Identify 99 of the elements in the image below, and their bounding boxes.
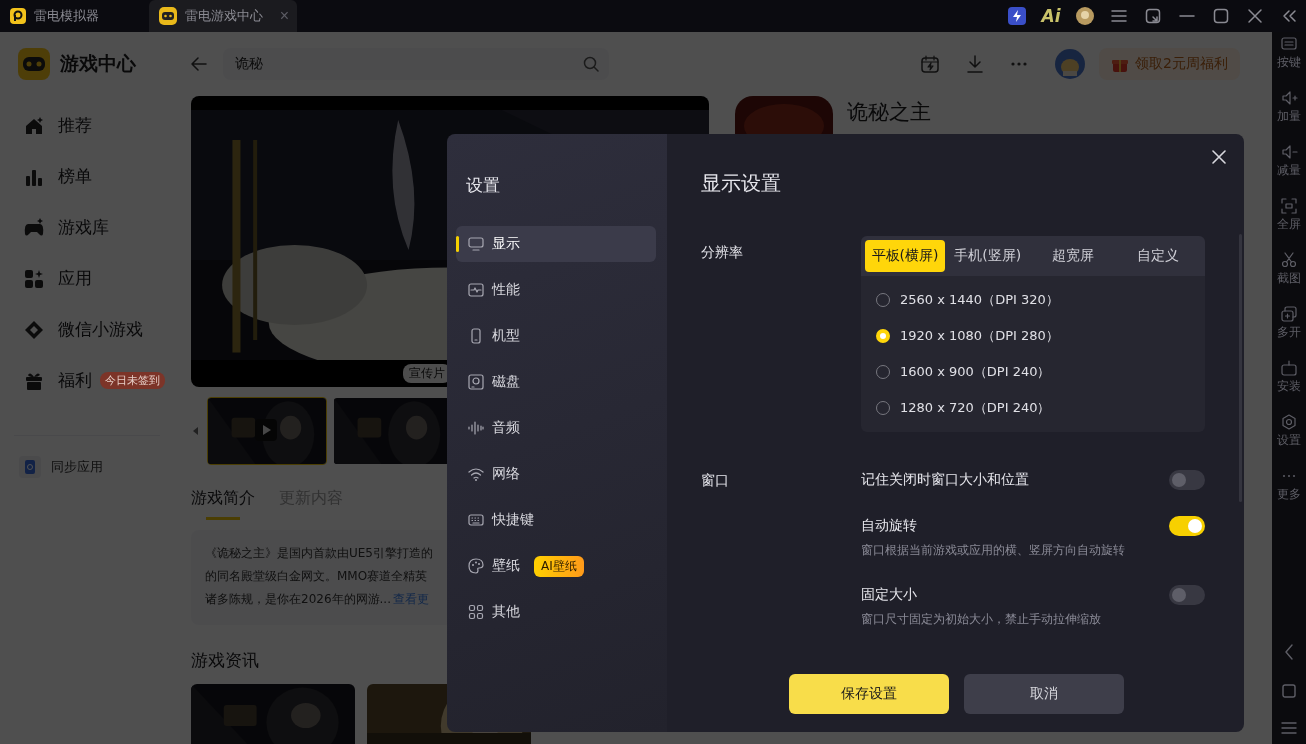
window-tab[interactable]: 雷电游戏中心 × (149, 0, 297, 32)
sidebar-item[interactable]: 游戏库 (0, 202, 170, 253)
toolbar-button[interactable]: 全屏 (1272, 198, 1306, 252)
multi-window-icon (1280, 306, 1298, 322)
grid-icon (468, 604, 484, 620)
toolbar-button[interactable]: 设置 (1272, 414, 1306, 468)
toggle-switch[interactable] (1169, 585, 1205, 605)
toolbar-button[interactable]: 更多 (1272, 468, 1306, 522)
sound-wave-icon (468, 420, 484, 436)
settings-icon (1280, 414, 1298, 430)
collapse-icon[interactable] (1281, 8, 1297, 24)
fullscreen-icon (1280, 198, 1298, 214)
more-icon (1281, 474, 1297, 478)
sidebar-item[interactable]: 微信小游戏 (0, 304, 170, 355)
segment-tab[interactable]: 自定义 (1115, 240, 1201, 272)
toolbar-button[interactable]: 加量 (1272, 90, 1306, 144)
toolbar-button[interactable]: 减量 (1272, 144, 1306, 198)
game-title: 诡秘之主 (847, 99, 931, 126)
option-label: 1600 x 900（DPI 240） (900, 363, 1051, 381)
toggle-switch[interactable] (1169, 516, 1205, 536)
apps-icon (24, 268, 44, 289)
calendar-icon[interactable] (921, 55, 940, 73)
tab[interactable]: 游戏简介 (191, 487, 255, 520)
toggle-description: 窗口根据当前游戏或应用的横、竖屏方向自动旋转 (861, 542, 1126, 559)
monitor-icon (468, 236, 484, 252)
maximize-icon[interactable] (1213, 8, 1229, 24)
more-icon[interactable] (1011, 62, 1028, 66)
sidebar-item[interactable]: 福利 今日未签到 (0, 355, 170, 406)
settings-nav-item[interactable]: 壁纸 AI壁纸 (456, 548, 656, 584)
phone-sync-drawing (25, 460, 35, 474)
settings-nav-item[interactable]: 其他 (456, 594, 656, 630)
settings-nav-item[interactable]: 机型 (456, 318, 656, 354)
back-arrow-icon[interactable] (191, 57, 207, 71)
toggle-label: 记住关闭时窗口大小和位置 (861, 471, 1029, 489)
close-icon[interactable] (1247, 8, 1263, 24)
caret-left-icon[interactable] (191, 426, 201, 436)
segment-tab[interactable]: 平板(横屏) (865, 240, 945, 272)
wifi-icon (468, 466, 484, 482)
download-icon[interactable] (967, 55, 984, 73)
keyboard-icon (1280, 36, 1298, 52)
toolbar-button[interactable]: 按键 (1272, 36, 1306, 90)
gamepad-logo-icon (159, 7, 177, 25)
menu-icon[interactable] (1111, 9, 1127, 23)
sidebar-item[interactable]: 推荐 (0, 100, 170, 151)
volume-up-icon (1280, 90, 1298, 106)
app-title: 游戏中心 (60, 51, 136, 76)
cancel-button[interactable]: 取消 (964, 674, 1124, 714)
segment-tab[interactable]: 手机(竖屏) (945, 240, 1031, 272)
option-label: 1920 x 1080（DPI 280） (900, 327, 1059, 345)
sidebar-item[interactable]: 应用 (0, 253, 170, 304)
settings-nav-item[interactable]: 音频 (456, 410, 656, 446)
section-heading: 显示设置 (701, 170, 782, 196)
phone-icon (468, 328, 484, 344)
settings-nav-item[interactable]: 磁盘 (456, 364, 656, 400)
scissors-icon (1280, 252, 1298, 268)
search-icon[interactable] (583, 56, 599, 72)
avatar-icon[interactable] (1076, 7, 1094, 25)
toggle-description: 窗口尺寸固定为初始大小，禁止手动拉伸缩放 (861, 611, 1102, 628)
toggle-label: 自动旋转 (861, 517, 917, 535)
menu-icon[interactable] (1281, 722, 1297, 734)
setting-label: 窗口 (701, 471, 730, 490)
lightning-icon[interactable] (1008, 7, 1026, 25)
promo-button[interactable]: 领取2元周福利 (1099, 48, 1240, 80)
option-label: 2560 x 1440（DPI 320） (900, 291, 1059, 309)
setting-label: 分辨率 (701, 243, 744, 262)
settings-nav-item[interactable]: 网络 (456, 456, 656, 492)
install-icon (1280, 360, 1298, 376)
sidebar-item[interactable]: 榜单 (0, 151, 170, 202)
palette-icon (468, 558, 484, 574)
sync-apps-item[interactable]: 同步应用 (19, 456, 170, 478)
option-label: 1280 x 720（DPI 240） (900, 399, 1051, 417)
ai-assistant-button[interactable]: Ai (1041, 6, 1061, 26)
back-icon[interactable] (1284, 644, 1294, 660)
gamepad-icon (24, 217, 44, 238)
badge: AI壁纸 (534, 555, 584, 577)
keyboard-icon (468, 512, 484, 528)
pulse-icon (468, 282, 484, 298)
toolbar-button[interactable]: 多开 (1272, 306, 1306, 360)
settings-nav-item[interactable]: 显示 (456, 226, 656, 262)
save-button[interactable]: 保存设置 (789, 674, 949, 714)
settings-nav-item[interactable]: 性能 (456, 272, 656, 308)
toolbar-button[interactable]: 截图 (1272, 252, 1306, 306)
home-icon[interactable] (1282, 684, 1296, 698)
toggle-label: 固定大小 (861, 586, 917, 604)
window-rotate-icon[interactable] (1145, 8, 1161, 24)
window-tab[interactable]: 雷电模拟器 (0, 0, 145, 32)
settings-nav-item[interactable]: 快捷键 (456, 502, 656, 538)
segment-tab[interactable]: 超宽屏 (1030, 240, 1116, 272)
diamond-icon (24, 319, 44, 340)
toolbar-button[interactable]: 安装 (1272, 360, 1306, 414)
badge: 今日未签到 (100, 372, 165, 389)
emulator-logo-icon (10, 8, 26, 24)
home-icon (24, 115, 44, 136)
dialog-title: 设置 (466, 174, 501, 197)
close-tab-button[interactable]: × (279, 7, 289, 25)
gamepad-logo-icon (18, 48, 50, 80)
volume-down-icon (1280, 144, 1298, 160)
toggle-switch[interactable] (1169, 470, 1205, 490)
section-title: 游戏资讯 (191, 649, 260, 672)
